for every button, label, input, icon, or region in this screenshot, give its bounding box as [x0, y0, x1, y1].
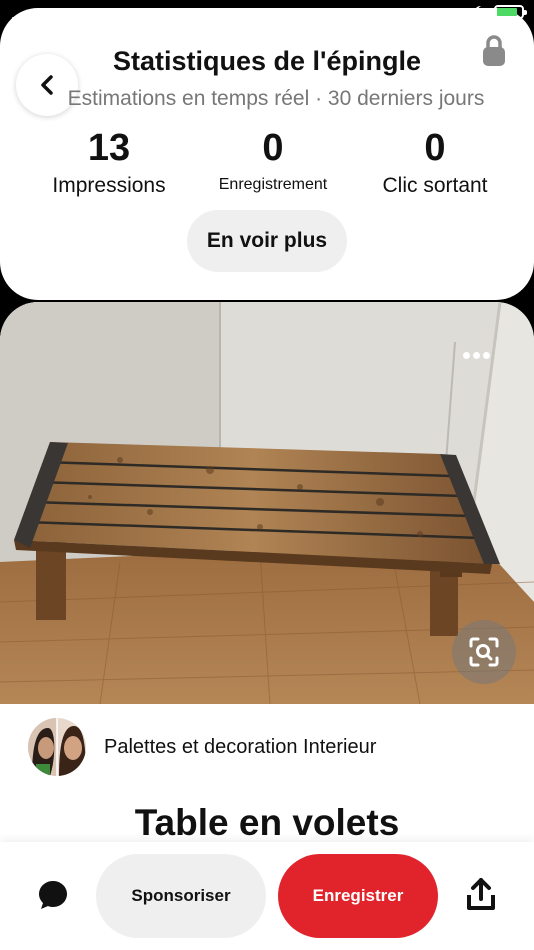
sponsor-button[interactable]: Sponsoriser	[96, 854, 266, 938]
visual-search-button[interactable]	[452, 620, 516, 684]
stat-label: Clic sortant	[382, 174, 488, 197]
moon-icon	[474, 5, 485, 18]
pin-stats-card: Statistiques de l'épingle Estimations en…	[0, 8, 534, 300]
stat-impressions: 13 Impressions	[34, 126, 184, 198]
creator-row[interactable]: Palettes et decoration Interieur	[28, 718, 376, 776]
lock-icon[interactable]	[482, 34, 506, 68]
stat-value: 0	[262, 127, 284, 169]
status-time: 00:21	[247, 6, 287, 23]
visual-search-icon	[469, 637, 499, 667]
save-button[interactable]: Enregistrer	[278, 854, 438, 938]
more-dots-icon	[463, 352, 470, 359]
pin-image[interactable]	[0, 302, 534, 704]
stats-subtitle: Estimations en temps réel · 30 derniers …	[67, 87, 485, 110]
stat-label: Impressions	[52, 174, 166, 197]
stats-title: Statistiques de l'épingle	[113, 46, 421, 76]
pin-action-bar: Sponsoriser Enregistrer	[0, 842, 534, 950]
pin-stats-screen: Bouygues 4G 00:21 Statistiques de l'épin…	[0, 0, 534, 950]
status-right	[472, 5, 527, 19]
stat-value: 0	[424, 127, 446, 169]
more-options-button[interactable]	[463, 352, 490, 359]
stat-saves: 0 Enregistrement	[198, 126, 348, 194]
battery-icon	[494, 5, 527, 19]
avatar[interactable]	[28, 718, 86, 776]
creator-name[interactable]: Palettes et decoration Interieur	[104, 736, 376, 759]
stat-label: Enregistrement	[218, 176, 328, 193]
pin-title: Table en volets	[134, 802, 400, 843]
see-more-button[interactable]: En voir plus	[187, 210, 347, 272]
avatar-image	[28, 718, 86, 776]
battery-fill	[497, 8, 517, 16]
share-icon[interactable]	[466, 878, 496, 912]
stat-outbound-clicks: 0 Clic sortant	[360, 126, 510, 198]
status-bar: Bouygues 4G 00:21	[0, 0, 534, 30]
stat-value: 13	[87, 127, 131, 169]
comment-icon[interactable]	[36, 878, 70, 912]
